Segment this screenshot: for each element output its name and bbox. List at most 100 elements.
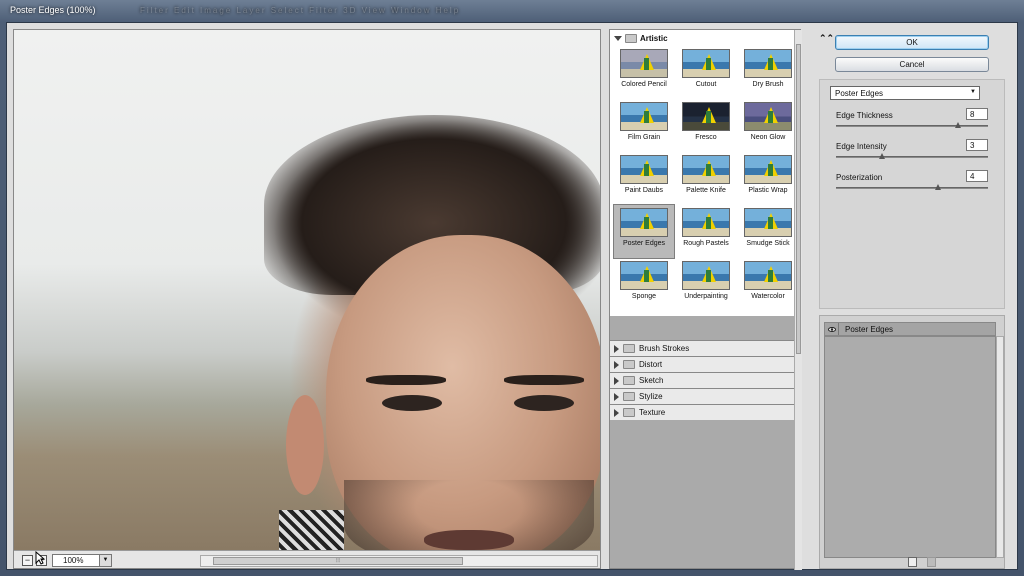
preview-image[interactable] <box>14 30 600 568</box>
filter-parameter: Posterization 4 <box>836 170 992 196</box>
category-label: Stylize <box>639 392 663 401</box>
filter-thumbnail-label: Rough Pastels <box>683 240 729 247</box>
filter-thumbnail-label: Paint Daubs <box>624 187 664 194</box>
parameter-value-input[interactable]: 3 <box>966 139 988 151</box>
preview-status-bar: − + 100% ▼ ⦙⦙⦙ <box>14 550 600 568</box>
filter-thumbnail[interactable]: Dry Brush <box>738 46 798 99</box>
thumbnail-image <box>744 155 792 184</box>
expand-arrow-icon <box>614 392 619 401</box>
layers-vertical-scrollbar[interactable] <box>996 336 1004 558</box>
filter-settings-panel: Poster Edges ▼ Edge Thickness 8 Edge Inten… <box>819 79 1005 309</box>
category-label: Sketch <box>639 376 664 385</box>
settings-column: ⌃⌃ OK Cancel Poster Edges ▼ Edge Thickne… <box>819 29 1013 569</box>
category-label: Artistic <box>640 33 668 43</box>
new-effect-layer-icon[interactable] <box>908 557 917 567</box>
parameter-slider-knob[interactable] <box>935 184 941 190</box>
filter-thumbnail[interactable]: Paint Daubs <box>614 152 674 205</box>
ok-button[interactable]: OK <box>835 35 989 50</box>
parameter-slider-track[interactable] <box>836 125 988 127</box>
zoom-out-button[interactable]: − <box>22 555 33 566</box>
filter-parameter: Edge Thickness 8 <box>836 108 992 134</box>
category-row[interactable]: Sketch <box>610 372 794 388</box>
filter-thumbnail[interactable]: Sponge <box>614 258 674 311</box>
filter-thumbnail[interactable]: Fresco <box>676 99 736 152</box>
collapse-gallery-icon[interactable]: ⌃⌃ <box>819 33 834 44</box>
expand-arrow-icon <box>614 360 619 369</box>
dialog-client-area: − + 100% ▼ ⦙⦙⦙ <box>6 22 1018 570</box>
parameter-value-input[interactable]: 4 <box>966 170 988 182</box>
expand-arrow-icon <box>614 35 622 41</box>
category-row[interactable]: Stylize <box>610 388 794 404</box>
thumbnail-image <box>620 208 668 237</box>
mouth-shape <box>424 530 514 550</box>
filter-thumbnail[interactable]: Cutout <box>676 46 736 99</box>
preview-horizontal-scrollbar[interactable]: ⦙⦙⦙ <box>200 555 598 567</box>
preview-panel[interactable]: − + 100% ▼ ⦙⦙⦙ <box>13 29 601 569</box>
filter-thumbnail[interactable]: Poster Edges <box>613 204 675 259</box>
zoom-select[interactable]: 100% ▼ <box>52 554 112 567</box>
visibility-eye-icon[interactable] <box>825 323 839 335</box>
gallery-vertical-scrollbar[interactable] <box>794 30 802 570</box>
expand-arrow-icon <box>614 408 619 417</box>
collapsed-categories: Brush Strokes Distort Sketch Stylize Texture <box>610 340 794 420</box>
cancel-button[interactable]: Cancel <box>835 57 989 72</box>
title-bar: Poster Edges (100%) Filter Edit Image La… <box>0 0 1024 22</box>
parameter-label: Edge Thickness <box>836 111 893 120</box>
category-row[interactable]: Brush Strokes <box>610 340 794 356</box>
parameter-label: Posterization <box>836 173 883 182</box>
filter-thumbnail[interactable]: Smudge Stick <box>738 205 798 258</box>
window-title: Poster Edges (100%) <box>10 5 96 15</box>
category-row[interactable]: Distort <box>610 356 794 372</box>
filter-thumbnail-label: Underpainting <box>684 293 728 300</box>
thumbnail-image <box>620 102 668 131</box>
filter-thumbnail-label: Neon Glow <box>750 134 786 141</box>
filter-thumbnail-label: Palette Knife <box>686 187 726 194</box>
filter-thumbnail[interactable]: Film Grain <box>614 99 674 152</box>
filter-thumbnail[interactable]: Palette Knife <box>676 152 736 205</box>
effect-layers-panel: Poster Edges <box>819 315 1005 569</box>
filter-thumbnail[interactable]: Watercolor <box>738 258 798 311</box>
thumbnail-image <box>682 261 730 290</box>
effect-layer-name: Poster Edges <box>845 324 894 334</box>
parameter-slider-track[interactable] <box>836 187 988 189</box>
thumbnail-image <box>682 155 730 184</box>
expand-arrow-icon <box>614 344 619 353</box>
category-row[interactable]: Texture <box>610 404 794 420</box>
left-brow <box>366 375 446 385</box>
layer-tools <box>908 557 936 567</box>
filter-thumbnail[interactable]: Colored Pencil <box>614 46 674 99</box>
filter-thumbnail[interactable]: Neon Glow <box>738 99 798 152</box>
filter-thumbnail-label: Sponge <box>631 293 657 300</box>
parameter-value-input[interactable]: 8 <box>966 108 988 120</box>
filter-thumbnail[interactable]: Rough Pastels <box>676 205 736 258</box>
thumbnail-image <box>744 49 792 78</box>
folder-icon <box>623 376 635 385</box>
category-header-artistic[interactable]: Artistic <box>610 30 794 46</box>
delete-effect-layer-icon[interactable] <box>927 557 936 567</box>
zoom-value: 100% <box>63 556 84 565</box>
folder-icon <box>623 408 635 417</box>
folder-icon <box>625 33 637 43</box>
right-eye <box>514 395 574 411</box>
thumbnail-image <box>620 261 668 290</box>
mouse-cursor-icon <box>35 551 45 565</box>
folder-icon <box>623 360 635 369</box>
filter-gallery-window: Poster Edges (100%) Filter Edit Image La… <box>0 0 1024 576</box>
scrollbar-thumb[interactable] <box>796 44 801 354</box>
filter-thumbnail-label: Cutout <box>695 81 717 88</box>
filter-thumbnail[interactable]: Plastic Wrap <box>738 152 798 205</box>
thumbnail-image <box>620 49 668 78</box>
filter-select[interactable]: Poster Edges ▼ <box>830 86 980 100</box>
filter-thumbnail[interactable]: Underpainting <box>676 258 736 311</box>
right-brow <box>504 375 584 385</box>
scroll-grip: ⦙⦙⦙ <box>335 558 341 564</box>
filter-thumbnail-label: Dry Brush <box>752 81 784 88</box>
thumbnail-image <box>620 155 668 184</box>
parameter-slider-track[interactable] <box>836 156 988 158</box>
chevron-down-icon: ▼ <box>970 89 976 95</box>
parameter-slider-knob[interactable] <box>879 153 885 159</box>
expand-arrow-icon <box>614 376 619 385</box>
parameter-slider-knob[interactable] <box>955 122 961 128</box>
effect-layer-row[interactable]: Poster Edges <box>824 322 996 336</box>
scrollbar-thumb[interactable]: ⦙⦙⦙ <box>213 557 463 565</box>
